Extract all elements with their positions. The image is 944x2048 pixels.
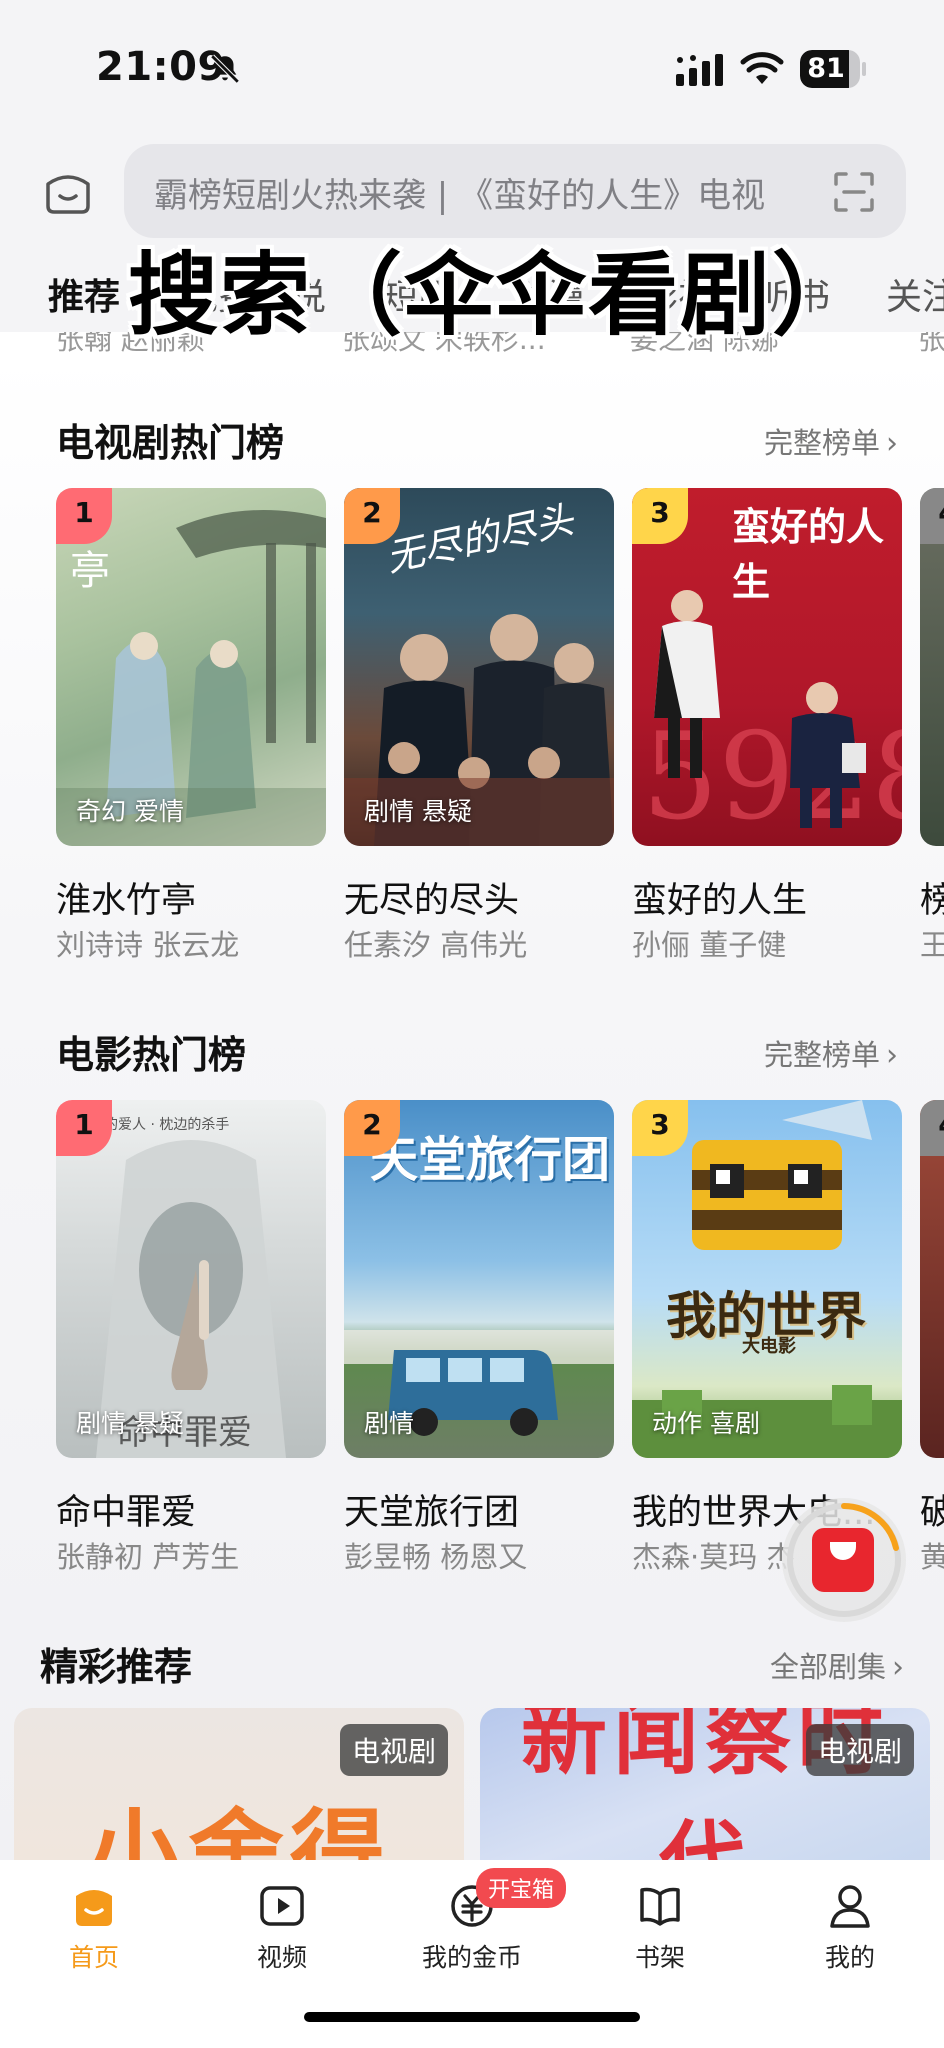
chevron-right-icon: › [892, 1650, 904, 1685]
scan-icon[interactable] [832, 170, 876, 214]
rank-badge: 4 [920, 488, 944, 544]
nav-label: 视频 [256, 1943, 307, 1972]
card-title: 命中罪爱 [56, 1493, 197, 1533]
red-envelope-icon [812, 1528, 874, 1592]
poster-title-art: 小舍得 [86, 1799, 392, 1860]
card-cast: 任素汐 高伟光 [344, 928, 528, 962]
home-icon [76, 1890, 112, 1926]
nav-bookshelf[interactable]: 书架 [590, 1874, 730, 1972]
card-title: 破 [920, 1493, 944, 1533]
tv-card[interactable]: 5928 蛮好的人生 3 蛮好的人生 孙俪 董子健 [632, 488, 902, 962]
card-cast: 张静初 芦芳生 [56, 1540, 240, 1574]
card-cast: 孙俪 董子健 [632, 928, 787, 962]
tv-card[interactable]: 无尽的尽头 2 剧情 悬疑 无尽的尽头 任素汐 高伟光 [344, 488, 614, 962]
movie-poster[interactable]: 梦中的爱人 · 枕边的杀手 命中罪爱 1 剧情 悬疑 [56, 1100, 326, 1458]
rank-badge: 1 [56, 488, 112, 544]
recommend-card[interactable]: 新闻察时代 电视剧 [480, 1708, 930, 1860]
status-bar: 21:09 81 [0, 0, 944, 140]
rank-badge: 3 [632, 1100, 688, 1156]
tv-full-list-link[interactable]: 完整榜单 › [764, 420, 898, 462]
nav-home[interactable]: 首页 [24, 1874, 164, 1972]
movie-card[interactable]: 我的世界 大电影 3 动作 喜剧 我的世界大电... 杰森·莫玛 杰 [632, 1100, 902, 1574]
rank-badge: 4 [920, 1100, 944, 1156]
bell-off-icon [210, 54, 240, 84]
search-placeholder: 霸榜短剧火热来袭 | 《蛮好的人生》电视 [154, 176, 766, 216]
card-title: 天堂旅行团 [344, 1493, 520, 1533]
red-envelope-float-button[interactable] [782, 1498, 906, 1622]
genre-tags: 动作 喜剧 [652, 1409, 760, 1438]
overlay-caption: 搜索（伞伞看剧） [128, 243, 864, 348]
card-cast: 王 [920, 928, 944, 962]
movie-poster[interactable]: 4 [920, 1100, 944, 1458]
card-title: 淮水竹亭 [56, 881, 197, 921]
card-title: 蛮好的人生 [632, 881, 808, 921]
rank-badge: 3 [632, 488, 688, 544]
movie-poster[interactable]: 我的世界 大电影 3 动作 喜剧 [632, 1100, 902, 1458]
tv-more-label: 完整榜单 [763, 426, 880, 460]
movie-more-label: 完整榜单 [763, 1038, 880, 1072]
recommend-card[interactable]: 小舍得 电视剧 [14, 1708, 464, 1860]
tv-poster[interactable]: 亭 1 奇幻 爱情 [56, 488, 326, 846]
genre-tags: 剧情 悬疑 [76, 1409, 184, 1438]
movie-card[interactable]: 梦中的爱人 · 枕边的杀手 命中罪爱 1 剧情 悬疑 命中罪爱 张静初 芦芳生 [56, 1100, 326, 1574]
rank-badge: 1 [56, 1100, 112, 1156]
nav-label: 我的 [824, 1943, 875, 1972]
movie-card[interactable]: 4 破 黄 [920, 1100, 944, 1574]
recommend-section-title: 精彩推荐 [40, 1645, 193, 1689]
card-title: 榜 [920, 881, 944, 921]
tv-poster[interactable]: 5928 蛮好的人生 3 [632, 488, 902, 846]
clipped-cast: 张 [918, 332, 944, 354]
poster-title-art: 天堂旅行团 [370, 1132, 611, 1188]
battery-level: 81 [807, 53, 845, 84]
genre-tags: 奇幻 爱情 [76, 797, 184, 826]
rank-badge: 2 [344, 488, 400, 544]
main-content: 电视剧热门榜 完整榜单 › 亭 1 奇幻 爱情 淮水竹亭 刘诗诗 张云龙 无尽的… [0, 354, 944, 1860]
card-cast: 黄 [920, 1540, 944, 1574]
card-title: 无尽的尽头 [344, 881, 520, 921]
genre-tags: 剧情 [364, 1409, 415, 1438]
nav-label: 首页 [68, 1943, 119, 1972]
tab-follow[interactable]: 关注 [886, 268, 944, 320]
tab-recommend[interactable]: 推荐 [48, 268, 120, 320]
nav-label: 书架 [634, 1943, 685, 1972]
poster-title-art: 蛮好的人生 [732, 504, 885, 604]
card-cast: 彭昱畅 杨恩又 [344, 1540, 528, 1574]
all-series-link[interactable]: 全部剧集 › [770, 1644, 904, 1686]
type-badge: 电视剧 [805, 1724, 914, 1776]
tv-card[interactable]: 4 榜 王 [920, 488, 944, 962]
nav-profile[interactable]: 我的 [780, 1874, 920, 1972]
tv-section-title: 电视剧热门榜 [56, 421, 285, 465]
wifi-icon [740, 52, 784, 84]
poster-title-art: 亭 [70, 548, 110, 594]
poster-subtitle-art: 大电影 [742, 1336, 796, 1357]
tv-card[interactable]: 亭 1 奇幻 爱情 淮水竹亭 刘诗诗 张云龙 [56, 488, 326, 962]
chevron-right-icon: › [886, 426, 898, 461]
movie-full-list-link[interactable]: 完整榜单 › [764, 1032, 898, 1074]
movie-card[interactable]: 天堂旅行团 2 剧情 天堂旅行团 彭昱畅 杨恩又 [344, 1100, 614, 1574]
treasure-box-badge[interactable]: 开宝箱 [476, 1868, 567, 1908]
profile-icon [830, 1885, 870, 1928]
nav-label: 我的金币 [421, 1943, 522, 1972]
battery-icon: 81 [800, 50, 866, 88]
tv-poster[interactable]: 无尽的尽头 2 剧情 悬疑 [344, 488, 614, 846]
movie-section-title: 电影热门榜 [56, 1033, 247, 1077]
type-badge: 电视剧 [339, 1724, 448, 1776]
video-icon [260, 1886, 304, 1926]
rank-badge: 2 [344, 1100, 400, 1156]
movie-poster[interactable]: 天堂旅行团 2 剧情 [344, 1100, 614, 1458]
tv-poster[interactable]: 4 [920, 488, 944, 846]
card-cast: 刘诗诗 张云龙 [56, 928, 240, 962]
signal-icon [676, 54, 723, 86]
app-logo-icon[interactable] [40, 164, 96, 220]
chevron-right-icon: › [886, 1038, 898, 1073]
genre-tags: 剧情 悬疑 [364, 797, 472, 826]
recommend-more-label: 全部剧集 [769, 1650, 886, 1684]
bookshelf-icon [640, 1887, 680, 1926]
svg-text:5928: 5928 [642, 708, 902, 846]
status-time: 21:09 [96, 44, 226, 90]
home-indicator[interactable] [304, 2012, 640, 2022]
nav-video[interactable]: 视频 [212, 1874, 352, 1972]
